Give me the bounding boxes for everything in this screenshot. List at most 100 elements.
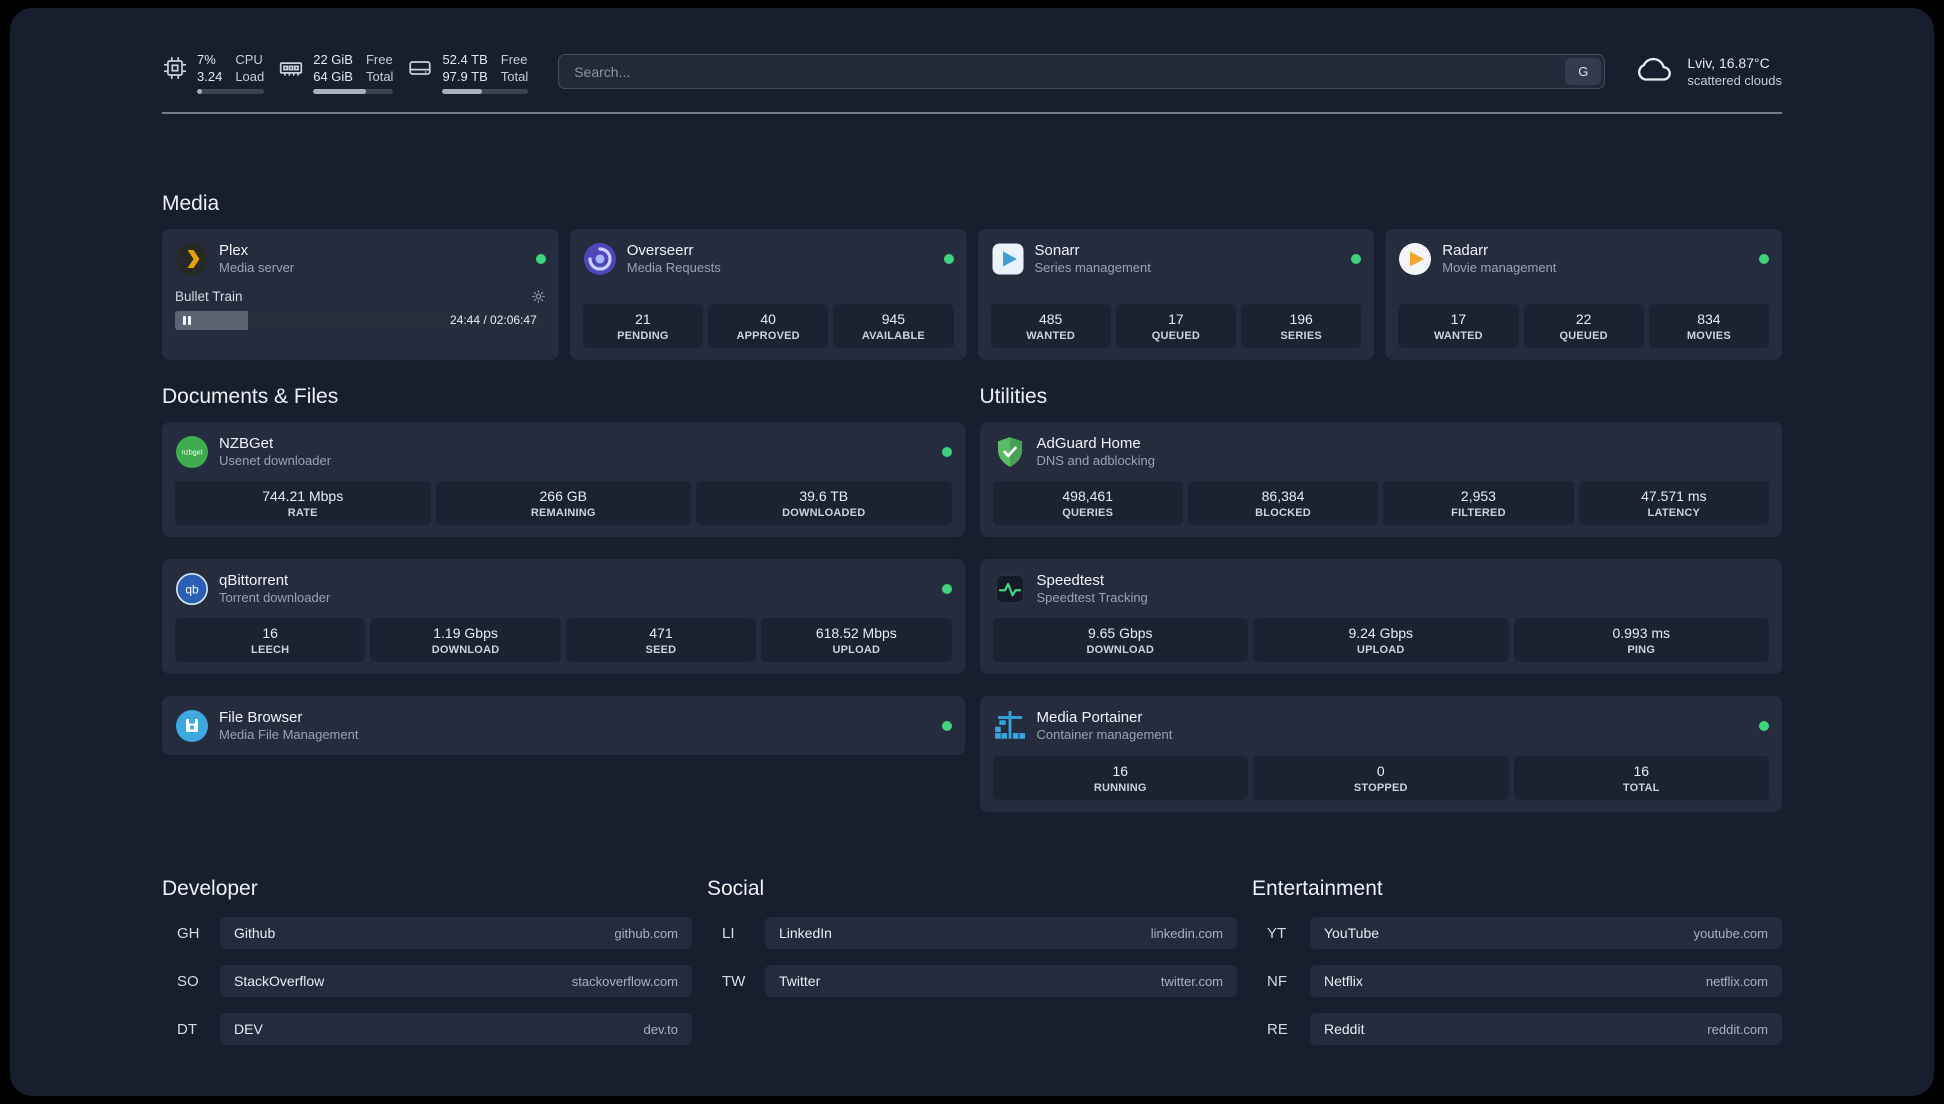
bookmark-domain: linkedin.com xyxy=(1150,925,1223,941)
bookmark-name: StackOverflow xyxy=(234,973,325,989)
bookmark-row-reddit: RE Reddit reddit.com xyxy=(1252,1013,1782,1045)
filebrowser-icon xyxy=(175,709,209,743)
stat-value: 86,384 xyxy=(1261,488,1305,504)
service-card-portainer[interactable]: Media Portainer Container management 16 … xyxy=(979,696,1782,812)
service-title: Speedtest xyxy=(1036,572,1105,589)
stat-value: 744.21 Mbps xyxy=(262,488,344,504)
section-social: Social LI LinkedIn linkedin.com TW Twitt… xyxy=(707,877,1237,1045)
top-bar: 7% 3.24 CPU Load 22 GiB 64 GiB Free Tota… xyxy=(162,8,1782,94)
pause-icon xyxy=(183,316,191,325)
stat-box: 196 SERIES xyxy=(1241,304,1362,348)
bookmark-link-youtube[interactable]: YouTube youtube.com xyxy=(1310,917,1782,949)
bookmark-row-linkedin: LI LinkedIn linkedin.com xyxy=(707,917,1237,949)
stat-value: 22 xyxy=(1575,311,1592,327)
stat-box: 744.21 Mbps RATE xyxy=(175,481,431,525)
stat-label: QUEUED xyxy=(1559,330,1608,342)
service-card-overseerr[interactable]: Overseerr Media Requests 21 PENDING 40 A… xyxy=(569,229,967,360)
stat-box: 40 APPROVED xyxy=(708,304,829,348)
stat-value: 0.993 ms xyxy=(1612,625,1671,641)
stat-value: 39.6 TB xyxy=(799,488,849,504)
stat-label: WANTED xyxy=(1433,330,1483,342)
bookmark-link-stackoverflow[interactable]: StackOverflow stackoverflow.com xyxy=(220,965,692,997)
service-card-plex[interactable]: Plex Media server Bullet Train 24:44 / 0… xyxy=(162,229,559,360)
search-input[interactable] xyxy=(558,54,1606,89)
memory-icon xyxy=(278,55,304,94)
service-title: Radarr xyxy=(1442,242,1489,259)
disk-free-label: Free xyxy=(500,52,528,67)
bookmark-row-dev: DT DEV dev.to xyxy=(162,1013,692,1045)
search-provider-button[interactable]: G xyxy=(1565,58,1602,85)
service-title: Overseerr xyxy=(626,242,694,259)
stat-value: 498,461 xyxy=(1062,488,1113,504)
stat-box: 22 QUEUED xyxy=(1523,304,1644,348)
bookmark-link-linkedin[interactable]: LinkedIn linkedin.com xyxy=(765,917,1237,949)
service-title: qBittorrent xyxy=(219,572,289,589)
plex-now-playing-title: Bullet Train xyxy=(175,289,243,304)
memory-total-value: 64 GiB xyxy=(313,68,353,84)
disk-free-value: 52.4 TB xyxy=(442,52,488,67)
stat-box: 2,953 FILTERED xyxy=(1383,481,1574,525)
service-subtitle: Usenet downloader xyxy=(219,453,332,468)
cpu-load-label: Load xyxy=(235,68,265,84)
dashboard-root: 7% 3.24 CPU Load 22 GiB 64 GiB Free Tota… xyxy=(10,8,1934,1096)
section-utilities: Utilities AdGuard Home DNS and adblockin… xyxy=(979,385,1782,812)
bookmark-link-twitter[interactable]: Twitter twitter.com xyxy=(765,965,1237,997)
bookmark-row-github: GH Github github.com xyxy=(162,917,692,949)
bookmark-abbr: GH xyxy=(177,924,200,942)
section-title-documents: Documents & Files xyxy=(162,385,339,408)
section-media: Media Plex Media server Bullet Train 24:… xyxy=(162,192,1782,360)
service-card-radarr[interactable]: Radarr Movie management 17 WANTED 22 QUE… xyxy=(1385,229,1782,360)
bookmark-abbr: DT xyxy=(177,1020,197,1038)
stat-box: 47.571 ms LATENCY xyxy=(1578,481,1769,525)
stat-value: 17 xyxy=(1450,311,1467,327)
cpu-label: CPU xyxy=(235,52,263,67)
cpu-widget: 7% 3.24 CPU Load xyxy=(162,52,265,94)
svg-text:nzbget: nzbget xyxy=(181,449,202,456)
bookmark-name: Reddit xyxy=(1324,1021,1365,1037)
stat-box: 17 QUEUED xyxy=(1115,304,1236,348)
stat-label: MOVIES xyxy=(1686,330,1731,342)
service-card-filebrowser[interactable]: File Browser Media File Management xyxy=(162,696,965,755)
service-card-speedtest[interactable]: Speedtest Speedtest Tracking 9.65 Gbps D… xyxy=(979,559,1782,674)
stat-value: 9.24 Gbps xyxy=(1348,625,1414,641)
section-entertainment: Entertainment YT YouTube youtube.com NF … xyxy=(1252,877,1782,1045)
service-title: Media Portainer xyxy=(1036,709,1143,726)
status-dot xyxy=(1759,720,1769,731)
stat-box: 266 GB REMAINING xyxy=(435,481,691,525)
service-subtitle: Torrent downloader xyxy=(219,590,331,605)
cpu-usage-bar xyxy=(197,89,265,94)
disk-icon xyxy=(407,55,433,94)
service-title: Plex xyxy=(219,242,249,259)
service-card-qbittorrent[interactable]: qb qBittorrent Torrent downloader 16 LEE… xyxy=(162,559,965,674)
bookmark-name: Netflix xyxy=(1324,973,1363,989)
bookmark-name: YouTube xyxy=(1324,925,1380,941)
stat-value: 485 xyxy=(1038,311,1063,327)
bookmark-abbr: NF xyxy=(1267,972,1287,990)
status-dot xyxy=(941,583,952,594)
bookmark-domain: github.com xyxy=(614,925,678,941)
stat-value: 40 xyxy=(760,311,776,327)
service-card-adguard[interactable]: AdGuard Home DNS and adblocking 498,461 … xyxy=(979,422,1782,537)
stat-label: PING xyxy=(1627,644,1656,656)
qbittorrent-icon: qb xyxy=(175,572,209,606)
bookmark-row-twitter: TW Twitter twitter.com xyxy=(707,965,1237,997)
bookmark-link-netflix[interactable]: Netflix netflix.com xyxy=(1310,965,1782,997)
stat-label: DOWNLOAD xyxy=(431,644,500,656)
stat-label: UPLOAD xyxy=(1356,644,1405,656)
bookmark-name: DEV xyxy=(234,1021,263,1037)
stat-label: REMAINING xyxy=(530,507,596,519)
service-card-nzbget[interactable]: nzbget NZBGet Usenet downloader 744.21 M… xyxy=(162,422,965,537)
disk-total-value: 97.9 TB xyxy=(442,68,488,84)
bookmark-link-reddit[interactable]: Reddit reddit.com xyxy=(1310,1013,1782,1045)
service-card-sonarr[interactable]: Sonarr Series management 485 WANTED 17 Q… xyxy=(977,229,1375,360)
gear-icon[interactable] xyxy=(531,289,546,304)
service-title: File Browser xyxy=(219,709,303,726)
stat-box: 618.52 Mbps UPLOAD xyxy=(761,618,952,662)
bookmark-link-github[interactable]: Github github.com xyxy=(220,917,692,949)
stat-label: RATE xyxy=(287,507,318,519)
bookmark-link-dev[interactable]: DEV dev.to xyxy=(220,1013,692,1045)
stat-label: DOWNLOAD xyxy=(1086,644,1155,656)
stat-label: APPROVED xyxy=(736,330,800,342)
disk-usage-bar-fill xyxy=(442,89,482,94)
stat-box: 16 TOTAL xyxy=(1513,756,1769,800)
